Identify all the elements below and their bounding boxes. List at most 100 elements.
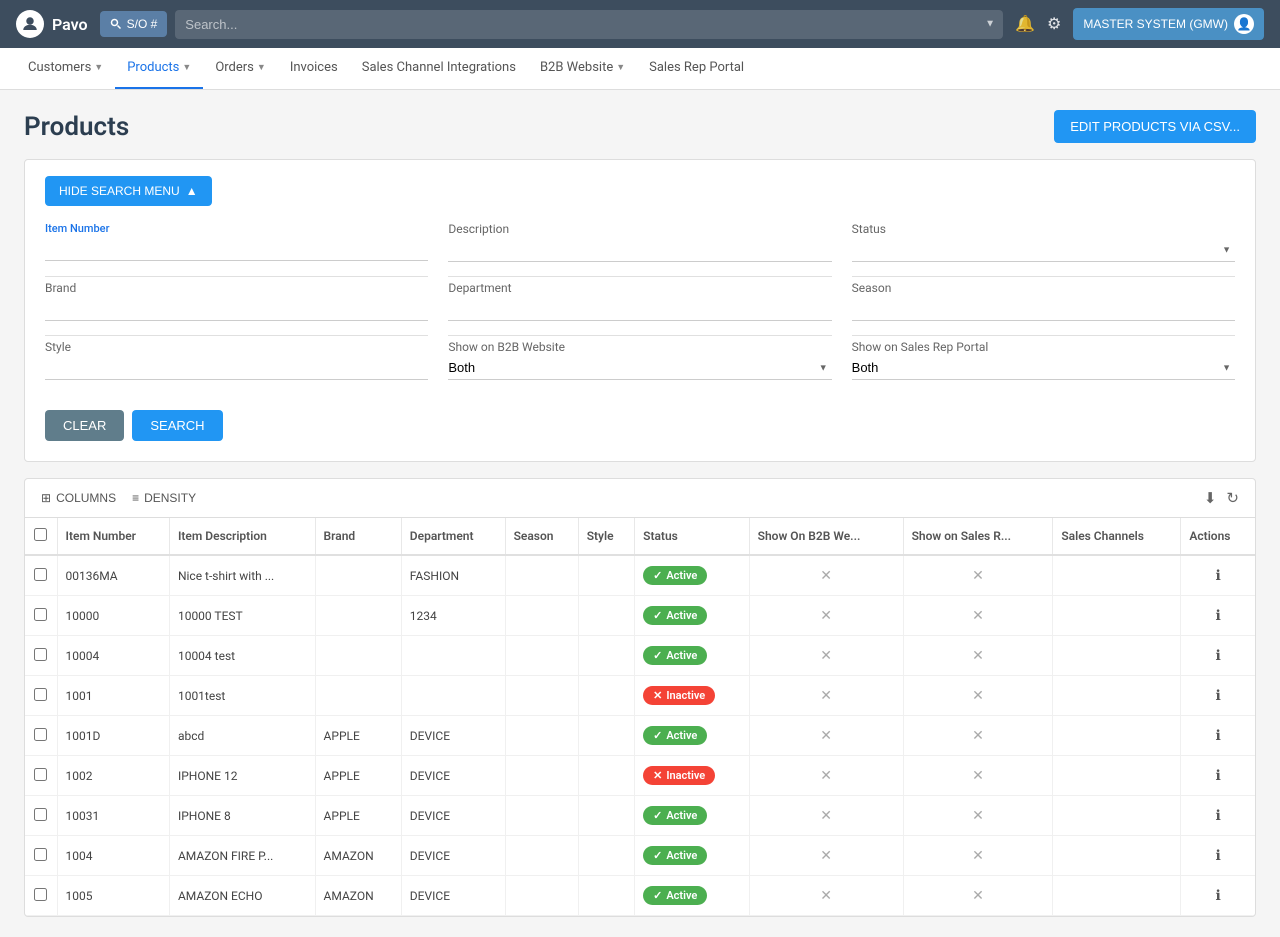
row-description-7: AMAZON FIRE P... xyxy=(169,836,315,876)
row-checkbox-1[interactable] xyxy=(34,608,47,621)
info-button-2[interactable]: ℹ xyxy=(1216,647,1221,664)
row-checkbox-4[interactable] xyxy=(34,728,47,741)
show-b2b-select[interactable]: Both Yes No xyxy=(448,356,831,380)
col-sales-channels: Sales Channels xyxy=(1053,518,1181,555)
select-all-checkbox[interactable] xyxy=(34,528,47,541)
style-input[interactable] xyxy=(45,356,428,380)
columns-button[interactable]: ⊞ COLUMNS xyxy=(41,491,116,505)
row-show-b2b-2: ✕ xyxy=(749,636,903,676)
department-input[interactable] xyxy=(448,297,831,321)
row-season-0 xyxy=(505,555,578,596)
info-button-0[interactable]: ℹ xyxy=(1216,567,1221,584)
row-actions-1: ℹ xyxy=(1181,596,1255,636)
row-department-7: DEVICE xyxy=(401,836,505,876)
clear-button[interactable]: CLEAR xyxy=(45,410,124,441)
description-input[interactable] xyxy=(448,238,831,262)
row-checkbox-cell-5 xyxy=(25,756,57,796)
row-actions-4: ℹ xyxy=(1181,716,1255,756)
search-button[interactable]: SEARCH xyxy=(132,410,222,441)
show-salesrep-select[interactable]: Both Yes No xyxy=(852,356,1235,380)
info-button-8[interactable]: ℹ xyxy=(1216,887,1221,904)
row-show-sales-3: ✕ xyxy=(903,676,1053,716)
global-search-input[interactable] xyxy=(175,10,1003,39)
search-actions: CLEAR SEARCH xyxy=(45,410,1235,441)
user-menu-button[interactable]: MASTER SYSTEM (GMW) 👤 xyxy=(1073,8,1264,40)
row-season-8 xyxy=(505,876,578,916)
nav-item-sales-rep[interactable]: Sales Rep Portal xyxy=(637,48,756,89)
density-button[interactable]: ≡ DENSITY xyxy=(132,491,196,505)
products-table: Item Number Item Description Brand Depar… xyxy=(25,518,1255,916)
nav-item-orders[interactable]: Orders ▼ xyxy=(203,48,278,89)
refresh-button[interactable]: ↻ xyxy=(1226,489,1239,507)
row-checkbox-6[interactable] xyxy=(34,808,47,821)
row-sales-channels-3 xyxy=(1053,676,1181,716)
description-label: Description xyxy=(448,222,831,236)
nav-item-b2b-website[interactable]: B2B Website ▼ xyxy=(528,48,637,89)
row-show-sales-7: ✕ xyxy=(903,836,1053,876)
status-badge-8: ✓ Active xyxy=(643,886,707,905)
download-button[interactable]: ⬇ xyxy=(1204,489,1217,507)
info-button-1[interactable]: ℹ xyxy=(1216,607,1221,624)
table-row: 1004 AMAZON FIRE P... AMAZON DEVICE ✓ Ac… xyxy=(25,836,1255,876)
show-sales-value-0: ✕ xyxy=(972,568,984,584)
row-item-number-8: 1005 xyxy=(57,876,169,916)
edit-csv-button[interactable]: EDIT PRODUCTS VIA CSV... xyxy=(1054,110,1256,143)
show-b2b-value-6: ✕ xyxy=(820,808,832,824)
search-panel: HIDE SEARCH MENU ▲ Item Number Descripti… xyxy=(24,159,1256,462)
settings-button[interactable]: ⚙ xyxy=(1047,14,1061,34)
app-logo: Pavo xyxy=(16,10,88,38)
info-button-7[interactable]: ℹ xyxy=(1216,847,1221,864)
status-icon-3: ✕ xyxy=(653,689,662,702)
row-checkbox-cell-2 xyxy=(25,636,57,676)
col-status: Status xyxy=(635,518,750,555)
table-row: 10031 IPHONE 8 APPLE DEVICE ✓ Active ✕ ✕… xyxy=(25,796,1255,836)
row-checkbox-cell-3 xyxy=(25,676,57,716)
row-sales-channels-6 xyxy=(1053,796,1181,836)
nav-item-products[interactable]: Products ▼ xyxy=(115,48,203,89)
hide-search-button[interactable]: HIDE SEARCH MENU ▲ xyxy=(45,176,212,206)
row-show-b2b-1: ✕ xyxy=(749,596,903,636)
nav-item-customers[interactable]: Customers ▼ xyxy=(16,48,115,89)
info-button-4[interactable]: ℹ xyxy=(1216,727,1221,744)
row-checkbox-cell-1 xyxy=(25,596,57,636)
row-checkbox-5[interactable] xyxy=(34,768,47,781)
item-number-label: Item Number xyxy=(45,222,428,235)
row-department-3 xyxy=(401,676,505,716)
row-checkbox-7[interactable] xyxy=(34,848,47,861)
status-badge-4: ✓ Active xyxy=(643,726,707,745)
nav-item-invoices[interactable]: Invoices xyxy=(278,48,350,89)
info-button-6[interactable]: ℹ xyxy=(1216,807,1221,824)
status-field-group: Status Active Inactive xyxy=(852,222,1235,277)
row-checkbox-3[interactable] xyxy=(34,688,47,701)
season-input[interactable] xyxy=(852,297,1235,321)
item-number-input[interactable] xyxy=(45,237,428,261)
brand-input[interactable] xyxy=(45,297,428,321)
table-row: 1001 1001test ✕ Inactive ✕ ✕ ℹ xyxy=(25,676,1255,716)
so-button[interactable]: S/O # xyxy=(100,11,168,37)
row-season-1 xyxy=(505,596,578,636)
row-checkbox-cell-8 xyxy=(25,876,57,916)
show-sales-value-4: ✕ xyxy=(972,728,984,744)
row-season-7 xyxy=(505,836,578,876)
row-checkbox-2[interactable] xyxy=(34,648,47,661)
col-season: Season xyxy=(505,518,578,555)
show-salesrep-select-wrapper: Both Yes No xyxy=(852,356,1235,380)
row-description-5: IPHONE 12 xyxy=(169,756,315,796)
nav-item-sales-channel[interactable]: Sales Channel Integrations xyxy=(350,48,528,89)
col-item-description: Item Description xyxy=(169,518,315,555)
table-row: 1002 IPHONE 12 APPLE DEVICE ✕ Inactive ✕… xyxy=(25,756,1255,796)
show-b2b-value-0: ✕ xyxy=(820,568,832,584)
notifications-button[interactable]: 🔔 xyxy=(1015,14,1035,34)
row-checkbox-0[interactable] xyxy=(34,568,47,581)
col-brand: Brand xyxy=(315,518,401,555)
info-button-5[interactable]: ℹ xyxy=(1216,767,1221,784)
info-button-3[interactable]: ℹ xyxy=(1216,687,1221,704)
row-checkbox-8[interactable] xyxy=(34,888,47,901)
status-select[interactable]: Active Inactive xyxy=(852,238,1235,262)
brand-field-group: Brand xyxy=(45,281,428,336)
row-item-number-7: 1004 xyxy=(57,836,169,876)
show-sales-value-6: ✕ xyxy=(972,808,984,824)
top-bar: Pavo S/O # ▼ 🔔 ⚙ MASTER SYSTEM (GMW) 👤 xyxy=(0,0,1280,48)
search-bar-area: S/O # ▼ xyxy=(100,10,1003,39)
status-badge-3: ✕ Inactive xyxy=(643,686,715,705)
